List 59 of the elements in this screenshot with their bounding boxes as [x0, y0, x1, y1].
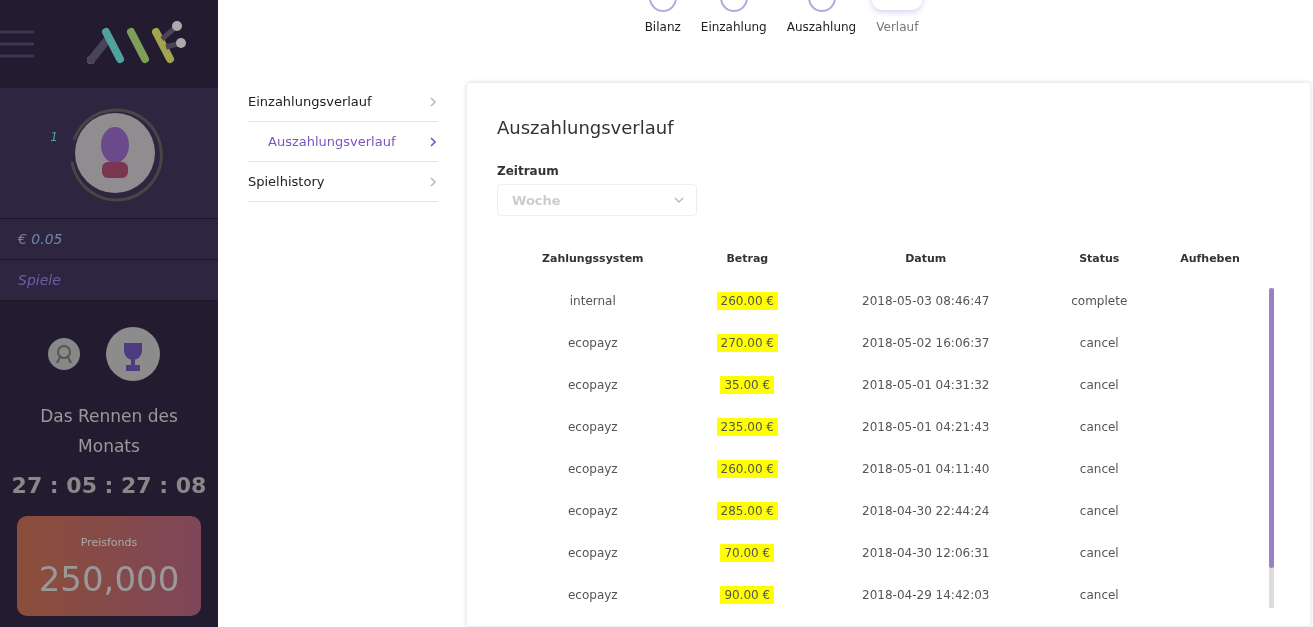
table-cell-text: ecopayz	[566, 587, 619, 604]
race-title: Das Rennen des Monats	[39, 405, 179, 458]
table-cell-text: 2018-05-01 04:31:32	[861, 377, 991, 394]
tab[interactable]: Bilanz	[644, 0, 681, 60]
level-number: 1	[50, 130, 58, 144]
column-header: Zahlungssystem	[541, 250, 645, 267]
card-title: Auszahlungsverlauf	[497, 117, 675, 138]
table-cell-text: cancel	[1078, 461, 1120, 478]
table-cell-text: ecopayz	[566, 377, 619, 394]
column-header: Status	[1078, 250, 1121, 267]
table-cell-text: cancel	[1078, 545, 1120, 562]
table-cell-text: 2018-04-30 12:06:31	[861, 545, 991, 562]
table-cell-text: complete	[1070, 293, 1129, 310]
chevron-right-icon	[430, 136, 436, 147]
table-cell-text: ecopayz	[566, 503, 619, 520]
chevron-right-icon	[430, 176, 436, 187]
table-cell-text: cancel	[1078, 587, 1120, 604]
table-cell-text: ecopayz	[566, 335, 619, 352]
table-cell-text: 2018-04-29 14:42:03	[861, 587, 991, 604]
period-label: Zeitraum	[497, 164, 560, 178]
menu-icon[interactable]	[0, 29, 34, 59]
amount-text: 235.00 €	[716, 418, 778, 436]
tab[interactable]: Auszahlung	[786, 0, 857, 60]
amount-text: 70.00 €	[720, 544, 775, 562]
amount-text: 35.00 €	[720, 376, 775, 394]
column-header: Datum	[904, 250, 948, 267]
table-cell-text: ecopayz	[566, 419, 619, 436]
table-cell-text: ecopayz	[566, 545, 619, 562]
table-cell-text: 2018-05-01 04:11:40	[861, 461, 991, 478]
amount-text: 270.00 €	[716, 334, 778, 352]
amount-text: 260.00 €	[716, 460, 778, 478]
table-cell-text: 2018-05-01 04:21:43	[861, 419, 991, 436]
table-cell-text: 2018-05-02 16:06:37	[861, 335, 991, 352]
scrollbar[interactable]	[1269, 288, 1274, 608]
prize-label: Preisfonds	[80, 536, 138, 549]
chevron-right-icon	[430, 96, 436, 107]
table-cell-text: cancel	[1078, 503, 1120, 520]
medal-icon	[48, 338, 80, 370]
amount-text: 285.00 €	[716, 502, 778, 520]
table-cell-text: internal	[568, 293, 617, 310]
amount-text: 260.00 €	[716, 292, 778, 310]
history-menu-item[interactable]: Einzahlungsverlauf	[248, 82, 438, 122]
table-cell-text: cancel	[1078, 335, 1120, 352]
chevron-down-icon	[674, 197, 684, 203]
table-cell-text: 2018-04-30 22:44:24	[861, 503, 991, 520]
history-menu-item[interactable]: Spielhistory	[248, 162, 438, 202]
table-cell-text: cancel	[1078, 377, 1120, 394]
trophy-icon	[106, 327, 160, 381]
countdown-timer: 27 : 05 : 27 : 08	[11, 473, 207, 498]
amount-text: 90.00 €	[720, 586, 775, 604]
tab[interactable]: Einzahlung	[700, 0, 767, 60]
column-header: Betrag	[725, 250, 770, 267]
column-header: Aufheben	[1179, 250, 1241, 267]
history-menu-item[interactable]: Auszahlungsverlauf	[248, 122, 438, 162]
table-cell-text: ecopayz	[566, 461, 619, 478]
table-cell-text: cancel	[1078, 419, 1120, 436]
prize-amount: 250,000	[38, 559, 180, 599]
table-cell-text: 2018-05-03 08:46:47	[861, 293, 991, 310]
balance-text: € 0.05	[0, 219, 218, 260]
